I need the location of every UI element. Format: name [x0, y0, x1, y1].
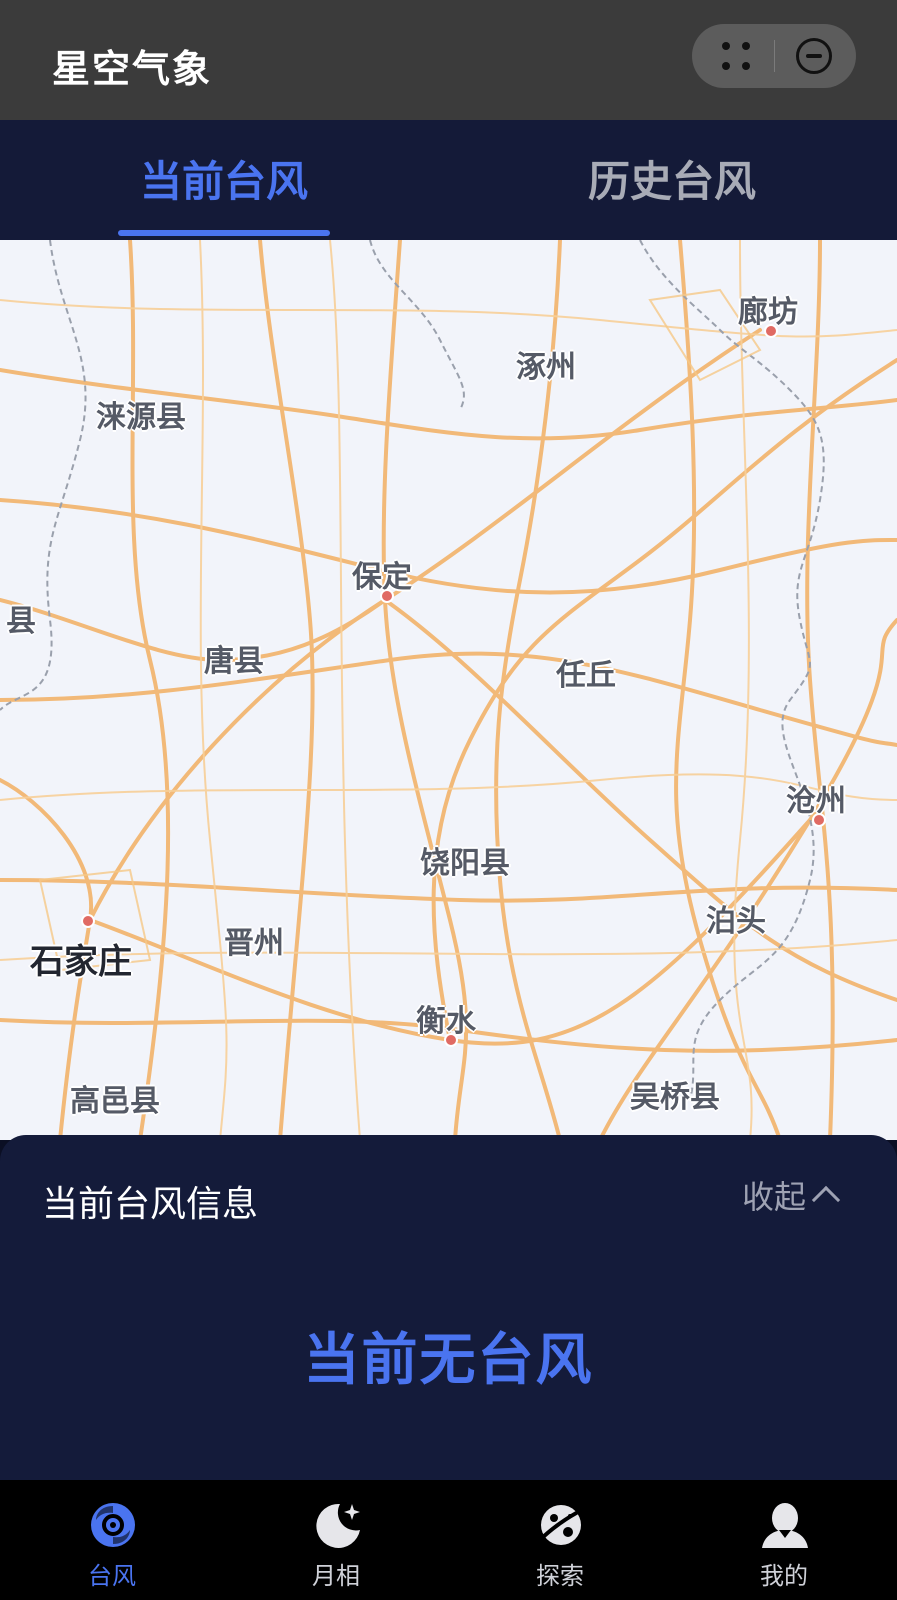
typhoon-icon	[91, 1503, 135, 1547]
collapse-button[interactable]: 收起	[742, 1173, 841, 1217]
chevron-up-icon	[811, 1185, 841, 1215]
moon-icon	[316, 1503, 360, 1548]
tab-bar: 当前台风 历史台风	[0, 120, 897, 240]
collapse-label: 收起	[742, 1178, 807, 1216]
mini-program-capsule	[692, 24, 856, 88]
nav-item-profile[interactable]: 我的	[672, 1480, 896, 1600]
active-tab-indicator	[118, 230, 330, 236]
city-label: 任丘	[556, 658, 616, 693]
city-label: 饶阳县	[420, 846, 510, 881]
city-label: 涞源县	[96, 400, 186, 435]
city-marker	[444, 1033, 458, 1047]
nav-label: 我的	[760, 1562, 808, 1590]
city-label: 唐县	[204, 644, 264, 679]
tab-label: 历史台风	[587, 156, 756, 206]
nav-label: 探索	[536, 1562, 584, 1590]
city-label: 晋州	[224, 926, 284, 961]
panel-title: 当前台风信息	[42, 1184, 259, 1225]
city-marker	[380, 589, 394, 603]
map-view[interactable]: 廊坊 涿州 涞源县 保定 县 唐县 任丘 沧州 饶阳县 泊头 石家庄 晋州 衡水…	[0, 240, 897, 1140]
app-title: 星空气象	[52, 47, 213, 91]
city-marker	[812, 813, 826, 827]
tab-label: 当前台风	[139, 156, 308, 206]
empty-state-message: 当前无台风	[303, 1328, 594, 1393]
tab-current-typhoon[interactable]: 当前台风	[0, 120, 448, 240]
user-icon	[762, 1503, 808, 1548]
city-marker	[764, 324, 778, 338]
more-dots-icon[interactable]	[722, 42, 752, 70]
city-marker	[81, 914, 95, 928]
city-label: 涿州	[516, 350, 576, 385]
nav-label: 台风	[88, 1562, 136, 1590]
city-label: 吴桥县	[630, 1080, 720, 1115]
tab-history-typhoon[interactable]: 历史台风	[448, 120, 896, 240]
city-label: 县	[6, 604, 36, 639]
nav-label: 月相	[312, 1562, 360, 1590]
nav-item-explore[interactable]: 探索	[448, 1480, 672, 1600]
capsule-divider	[774, 40, 775, 72]
typhoon-info-panel: 当前台风信息 收起 当前无台风	[0, 1135, 897, 1480]
nav-item-typhoon[interactable]: 台风	[0, 1480, 224, 1600]
city-label-capital: 石家庄	[30, 942, 132, 982]
city-label: 泊头	[706, 904, 766, 939]
city-label: 高邑县	[70, 1084, 160, 1119]
bottom-nav: 台风 月相 探索 我的	[0, 1480, 897, 1600]
top-bar: 星空气象	[0, 0, 897, 120]
planet-icon	[538, 1505, 583, 1545]
close-icon[interactable]	[796, 38, 832, 74]
nav-item-moon-phase[interactable]: 月相	[224, 1480, 448, 1600]
